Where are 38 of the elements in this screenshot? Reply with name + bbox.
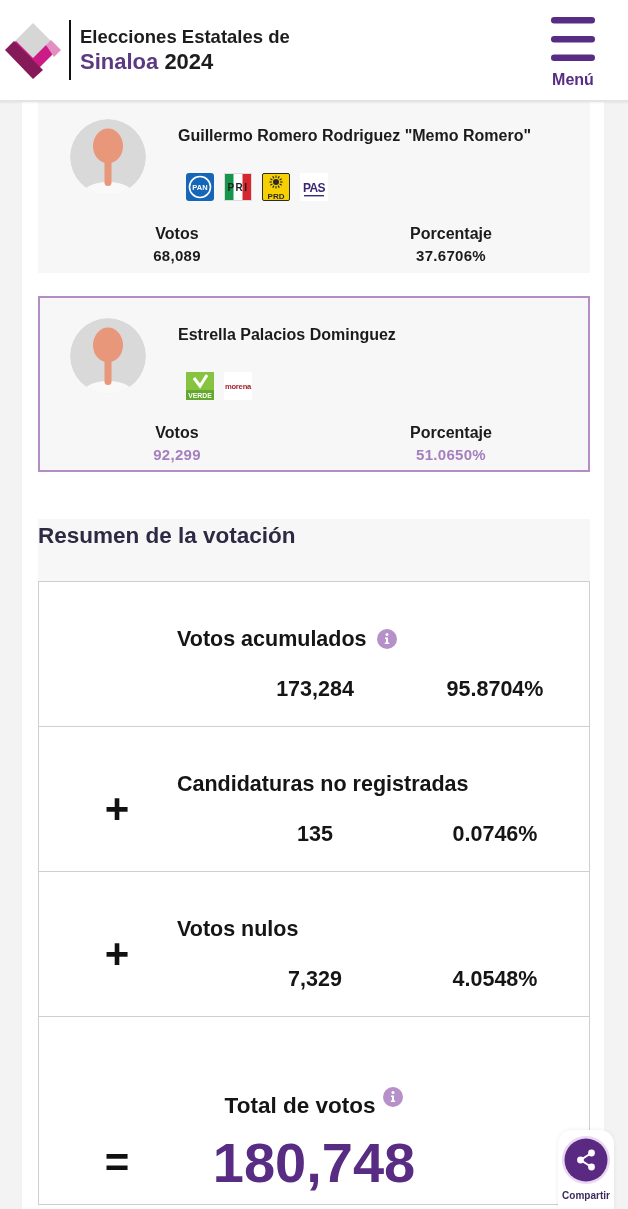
- summary-label: Votos acumulados: [177, 626, 367, 652]
- percentage-label: Porcentaje: [409, 423, 493, 443]
- vote-count: 173,284: [276, 677, 354, 701]
- summary-header: Resumen de la votación: [38, 519, 590, 581]
- votes-label: Votos: [154, 224, 200, 244]
- percentage-value: 37.6706%: [415, 246, 487, 266]
- party-logo: PAS: [300, 173, 328, 201]
- operator-sign: =: [104, 1139, 130, 1186]
- vote-percentage: 0.0746%: [452, 822, 538, 846]
- vote-percentage: 95.8704%: [446, 677, 544, 701]
- votes-label: Votos: [154, 423, 200, 443]
- menu-icon: [550, 16, 596, 61]
- diamond-logo-icon: [5, 20, 61, 80]
- percentage-value: 51.0650%: [415, 445, 487, 465]
- info-icon[interactable]: [376, 629, 397, 649]
- state-name: Sinaloa: [80, 49, 159, 74]
- vote-percentage: 4.0548%: [452, 967, 538, 991]
- share-button[interactable]: Compartir: [558, 1130, 614, 1209]
- party-logo: PRD: [262, 173, 290, 201]
- menu-button[interactable]: Menú: [550, 16, 596, 90]
- share-icon: [562, 1136, 610, 1184]
- vote-count: 135: [297, 822, 333, 846]
- info-icon[interactable]: [383, 1087, 404, 1107]
- votes-value: 68,089: [152, 246, 202, 266]
- summary-label: Candidaturas no registradas: [177, 771, 469, 797]
- candidate-name: Estrella Palacios Dominguez: [178, 325, 396, 345]
- operator-sign: +: [104, 932, 130, 976]
- vote-count: 7,329: [288, 967, 342, 991]
- operator-sign: +: [104, 787, 130, 831]
- summary-label: Total de votos: [224, 1093, 376, 1119]
- party-logo: PRI: [224, 173, 252, 201]
- site-title: Elecciones Estatales de: [80, 25, 290, 48]
- candidate-name: Guillermo Romero Rodriguez "Memo Romero": [178, 126, 531, 146]
- election-year: 2024: [164, 49, 214, 74]
- summary-label: Votos nulos: [177, 916, 299, 942]
- votes-value: 92,299: [152, 445, 202, 465]
- total-votes-value: 180,748: [212, 1133, 416, 1193]
- percentage-label: Porcentaje: [409, 224, 493, 244]
